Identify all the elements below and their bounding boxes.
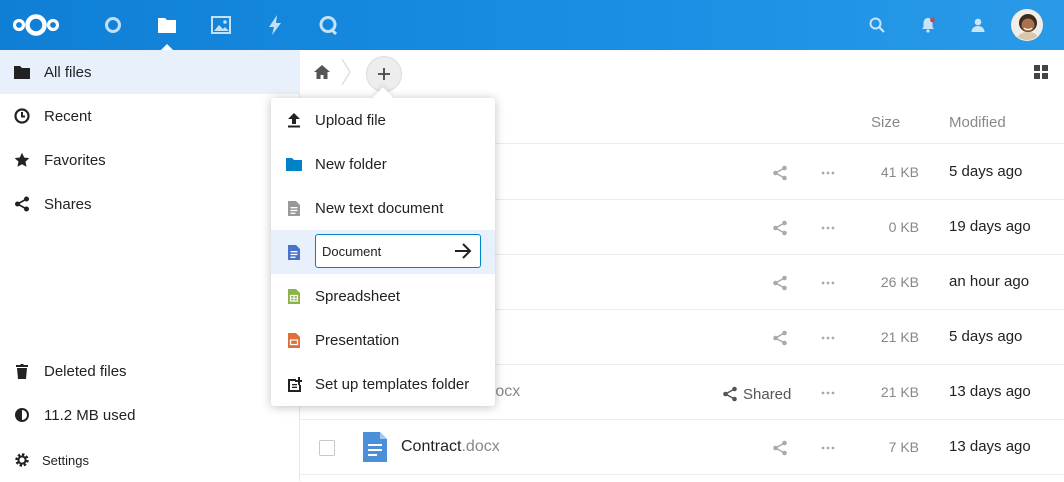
gear-icon [14,452,30,468]
file-modified: 5 days ago [949,163,1023,180]
file-extension: .docx [461,438,500,455]
files-icon[interactable] [155,13,179,50]
notifications-icon[interactable] [916,13,940,37]
navigation-sidebar: All files Recent Favorites Shares Delete… [0,50,300,481]
document-name-field[interactable] [315,234,481,268]
file-name[interactable]: Contract.docx [401,438,500,456]
share-icon [14,196,30,212]
share-icon[interactable] [772,220,788,236]
sidebar-item-label: Shares [44,195,92,213]
more-actions-icon[interactable] [820,220,836,236]
grid-view-icon[interactable] [1034,65,1048,79]
menu-item-new-folder[interactable]: New folder [271,142,495,186]
menu-item-label: Upload file [315,111,386,129]
file-modified: 5 days ago [949,328,1023,345]
search-icon[interactable] [865,13,889,37]
menu-item-label: Set up templates folder [315,375,470,393]
document-icon [286,244,302,260]
sidebar-item-shares[interactable]: Shares [0,182,300,226]
file-basename: Contract [401,438,462,455]
share-icon[interactable] [722,386,738,402]
spreadsheet-icon [286,288,302,304]
folder-icon [286,156,302,172]
talk-icon[interactable] [316,13,340,37]
top-header [0,0,1064,50]
deleted-files-label: Deleted files [44,362,127,380]
user-avatar[interactable] [1011,9,1043,41]
star-icon [14,152,30,168]
menu-item-new-text-document[interactable]: New text document [271,186,495,230]
activity-icon[interactable] [263,13,287,37]
home-icon[interactable] [313,64,331,80]
template-folder-icon [286,376,302,392]
more-actions-icon[interactable] [820,385,836,401]
menu-item-label: New text document [315,199,444,217]
file-size: 7 KB [888,439,919,455]
share-icon[interactable] [772,275,788,291]
menu-item-upload-file[interactable]: Upload file [271,98,495,142]
menu-item-presentation[interactable]: Presentation [271,318,495,362]
file-size: 21 KB [880,384,919,400]
sidebar-item-all-files[interactable]: All files [0,50,300,94]
file-modified: an hour ago [949,273,1030,290]
new-file-menu: Upload file New folder New text document… [271,98,495,406]
more-actions-icon[interactable] [820,330,836,346]
photos-icon[interactable] [209,13,233,37]
text-document-icon [286,200,302,216]
menu-item-label: Presentation [315,331,400,349]
document-name-input[interactable] [322,242,442,260]
breadcrumb-separator [341,58,351,86]
shared-status[interactable]: Shared [743,386,791,403]
sidebar-item-settings[interactable]: Settings [0,438,300,482]
sidebar-item-favorites[interactable]: Favorites [0,138,300,182]
file-modified: 13 days ago [949,438,1031,455]
more-actions-icon[interactable] [820,165,836,181]
file-size: 21 KB [880,329,919,345]
plus-icon [378,68,390,80]
sidebar-item-label: Recent [44,107,92,125]
share-icon[interactable] [772,440,788,456]
share-icon[interactable] [772,330,788,346]
file-modified: 13 days ago [949,383,1031,400]
upload-icon [286,112,302,128]
folder-icon [14,64,30,80]
row-checkbox[interactable] [319,440,335,456]
quota-pie-icon [14,407,30,423]
new-button[interactable] [366,56,402,92]
file-size: 0 KB [888,219,919,235]
menu-item-set-up-templates-folder[interactable]: Set up templates folder [271,362,495,406]
nextcloud-logo[interactable] [12,10,60,40]
clock-icon [14,108,30,124]
sidebar-item-label: Favorites [44,151,106,169]
arrow-right-icon[interactable] [454,242,472,260]
file-modified: 19 days ago [949,218,1031,235]
menu-item-label: New folder [315,155,387,173]
presentation-icon [286,332,302,348]
breadcrumb [300,50,1064,94]
document-file-icon [363,432,387,462]
more-actions-icon[interactable] [820,440,836,456]
dashboard-icon[interactable] [101,13,125,37]
contacts-icon[interactable] [966,13,990,37]
menu-item-label: Spreadsheet [315,287,401,305]
size-column-header[interactable]: Size [871,114,900,131]
modified-column-header[interactable]: Modified [949,114,1006,131]
settings-label: Settings [42,452,89,468]
trash-icon [14,363,30,379]
file-size: 41 KB [880,164,919,180]
menu-item-new-document[interactable] [271,230,495,274]
table-row[interactable]: Contract.docx 7 KB 13 days ago [300,420,1064,475]
sidebar-item-quota[interactable]: 11.2 MB used [0,393,300,437]
sidebar-item-deleted-files[interactable]: Deleted files [0,349,300,393]
quota-label: 11.2 MB used [44,406,136,424]
more-actions-icon[interactable] [820,275,836,291]
share-icon[interactable] [772,165,788,181]
sidebar-item-recent[interactable]: Recent [0,94,300,138]
sidebar-item-label: All files [44,63,92,81]
menu-item-spreadsheet[interactable]: Spreadsheet [271,274,495,318]
file-size: 26 KB [880,274,919,290]
